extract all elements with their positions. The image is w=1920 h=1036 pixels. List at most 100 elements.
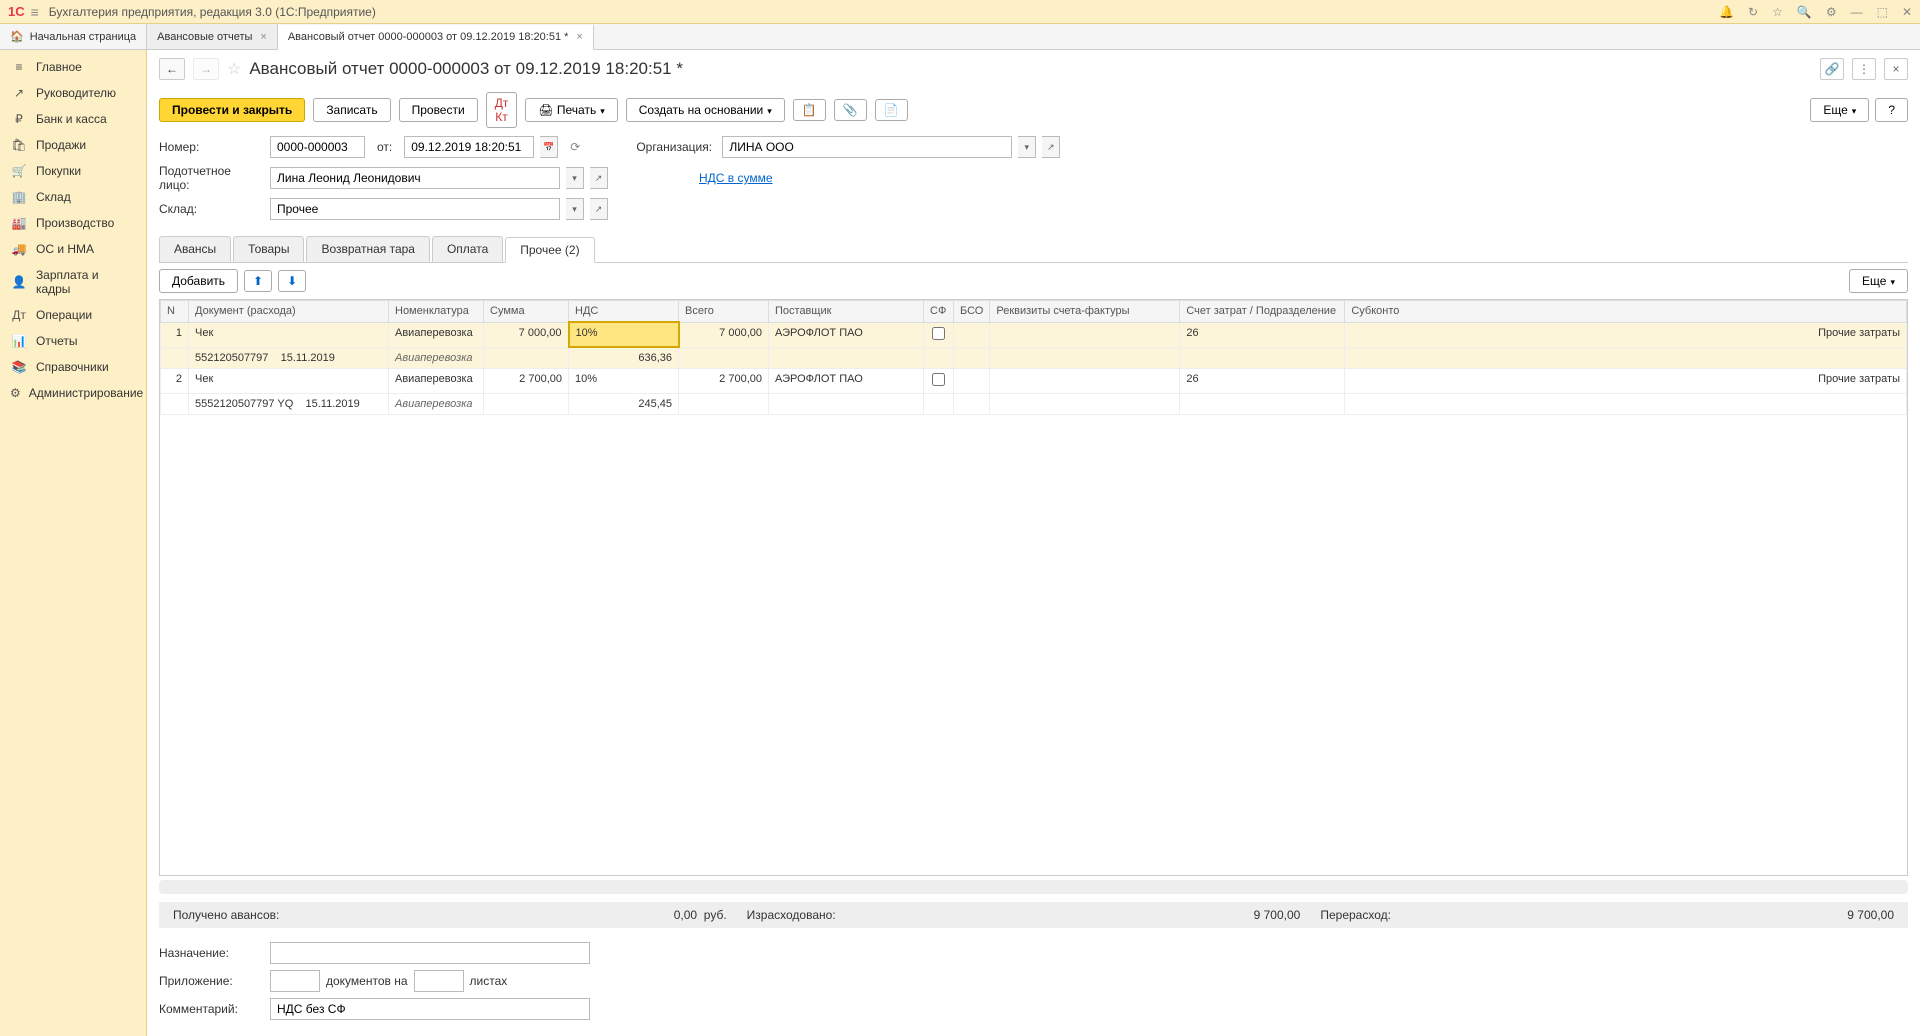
- warehouse-input[interactable]: [270, 198, 560, 220]
- close-icon[interactable]: ×: [260, 31, 266, 43]
- sidebar-item[interactable]: ДтОперации: [0, 302, 146, 328]
- org-label: Организация:: [636, 140, 716, 154]
- dropdown-icon[interactable]: ▾: [566, 198, 584, 220]
- sidebar-label: Банк и касса: [36, 112, 107, 126]
- date-input[interactable]: [404, 136, 534, 158]
- open-icon[interactable]: ↗: [590, 198, 608, 220]
- sidebar-item[interactable]: 🏭Производство: [0, 210, 146, 236]
- back-button[interactable]: ←: [159, 58, 185, 80]
- sidebar-item[interactable]: ₽Банк и касса: [0, 106, 146, 132]
- col-total: Всего: [679, 301, 769, 323]
- table-row[interactable]: 1 Чек Авиаперевозка 7 000,00 10% 7 000,0…: [161, 322, 1907, 347]
- refresh-icon[interactable]: ⟳: [570, 140, 580, 154]
- comment-input[interactable]: [270, 998, 590, 1020]
- maximize-icon[interactable]: ⬚: [1877, 5, 1888, 19]
- sidebar-item[interactable]: ≡ Главное: [0, 54, 146, 80]
- sf-checkbox[interactable]: [932, 327, 945, 340]
- sidebar-item[interactable]: 📊Отчеты: [0, 328, 146, 354]
- sidebar-label: Справочники: [36, 360, 109, 374]
- sidebar-item[interactable]: ↗Руководителю: [0, 80, 146, 106]
- sidebar-label: Главное: [36, 60, 82, 74]
- close-icon[interactable]: ×: [576, 31, 582, 43]
- open-icon[interactable]: ↗: [1042, 136, 1060, 158]
- purpose-label: Назначение:: [159, 946, 264, 960]
- write-button[interactable]: Записать: [313, 98, 390, 122]
- table-subrow[interactable]: 552120507797 15.11.2019 Авиаперевозка 63…: [161, 347, 1907, 369]
- sidebar-label: Администрирование: [29, 386, 143, 400]
- link-icon[interactable]: 🔗: [1820, 58, 1844, 80]
- sf-checkbox[interactable]: [932, 373, 945, 386]
- settings-icon[interactable]: ⚙: [1826, 5, 1837, 19]
- sidebar-icon: 🏭: [10, 216, 28, 230]
- list-icon[interactable]: 📄: [875, 99, 908, 121]
- favorite-icon[interactable]: ☆: [227, 59, 241, 79]
- sidebar-item[interactable]: 📚 Справочники: [0, 354, 146, 380]
- sidebar-label: ОС и НМА: [36, 242, 94, 256]
- post-close-button[interactable]: Провести и закрыть: [159, 98, 305, 122]
- calendar-icon[interactable]: 📅: [540, 136, 558, 158]
- close-icon[interactable]: ✕: [1902, 5, 1912, 19]
- number-input[interactable]: [270, 136, 365, 158]
- tab-advances[interactable]: Авансы: [159, 236, 231, 262]
- tab-other[interactable]: Прочее (2): [505, 237, 594, 263]
- search-icon[interactable]: 🔍: [1797, 5, 1812, 19]
- sidebar-item[interactable]: 🛍Продажи: [0, 132, 146, 158]
- sidebar-item[interactable]: 🛒Покупки: [0, 158, 146, 184]
- minimize-icon[interactable]: —: [1851, 5, 1863, 19]
- comment-label: Комментарий:: [159, 1002, 264, 1016]
- hamburger-icon[interactable]: ≡: [31, 4, 39, 20]
- sidebar-item[interactable]: 👤Зарплата и кадры: [0, 262, 146, 302]
- table-more-button[interactable]: Еще▾: [1849, 269, 1908, 293]
- sidebar-item[interactable]: 🏢Склад: [0, 184, 146, 210]
- col-bso: БСО: [954, 301, 990, 323]
- sidebar-item[interactable]: ⚙Администрирование: [0, 380, 146, 406]
- star-icon[interactable]: ☆: [1772, 5, 1783, 19]
- attach-icon[interactable]: 📎: [834, 99, 867, 121]
- sidebar-icon: 📚: [10, 360, 28, 374]
- table[interactable]: N Документ (расхода) Номенклатура Сумма …: [159, 299, 1908, 876]
- tab-home[interactable]: 🏠Начальная страница: [0, 24, 147, 49]
- tab-returnable[interactable]: Возвратная тара: [306, 236, 430, 262]
- open-icon[interactable]: ↗: [590, 167, 608, 189]
- move-down-icon[interactable]: ⬇: [278, 270, 306, 292]
- dt-kt-button[interactable]: ДтКт: [486, 92, 518, 128]
- person-input[interactable]: [270, 167, 560, 189]
- sheets-input[interactable]: [414, 970, 464, 992]
- tab-list[interactable]: Авансовые отчеты×: [147, 24, 278, 49]
- sidebar-icon: 🛍: [10, 138, 28, 152]
- move-up-icon[interactable]: ⬆: [244, 270, 272, 292]
- history-icon[interactable]: ↻: [1748, 5, 1758, 19]
- reg-icon[interactable]: 📋: [793, 99, 826, 121]
- attach-label: Приложение:: [159, 974, 264, 988]
- purpose-input[interactable]: [270, 942, 590, 964]
- warehouse-label: Склад:: [159, 202, 264, 216]
- docs-count-input[interactable]: [270, 970, 320, 992]
- sidebar-icon: 🏢: [10, 190, 28, 204]
- vat-link[interactable]: НДС в сумме: [699, 171, 773, 185]
- print-button[interactable]: 🖨 Печать▾: [525, 98, 617, 122]
- forward-button[interactable]: →: [193, 58, 219, 80]
- more-button[interactable]: Еще▾: [1810, 98, 1869, 122]
- bell-icon[interactable]: 🔔: [1719, 5, 1734, 19]
- sidebar-label: Зарплата и кадры: [36, 268, 136, 296]
- create-based-button[interactable]: Создать на основании▾: [626, 98, 785, 122]
- add-button[interactable]: Добавить: [159, 269, 238, 293]
- dropdown-icon[interactable]: ▾: [566, 167, 584, 189]
- help-button[interactable]: ?: [1875, 98, 1908, 122]
- sidebar-icon: ≡: [10, 60, 28, 74]
- dropdown-icon[interactable]: ▾: [1018, 136, 1036, 158]
- tab-payment[interactable]: Оплата: [432, 236, 503, 262]
- close-doc-icon[interactable]: ×: [1884, 58, 1908, 80]
- docs-on-label: документов на: [326, 974, 408, 988]
- table-row[interactable]: 2 Чек Авиаперевозка 2 700,00 10% 2 700,0…: [161, 369, 1907, 394]
- table-subrow[interactable]: 5552120507797 YQ 15.11.2019 Авиаперевозк…: [161, 394, 1907, 415]
- sidebar-icon: 🚚: [10, 242, 28, 256]
- tab-doc[interactable]: Авансовый отчет 0000-000003 от 09.12.201…: [278, 25, 594, 50]
- post-button[interactable]: Провести: [399, 98, 478, 122]
- tab-goods[interactable]: Товары: [233, 236, 304, 262]
- scrollbar[interactable]: [159, 880, 1908, 894]
- org-input[interactable]: [722, 136, 1012, 158]
- more-icon[interactable]: ⋮: [1852, 58, 1876, 80]
- sidebar-item[interactable]: 🚚 ОС и НМА: [0, 236, 146, 262]
- sidebar-icon: 📊: [10, 334, 28, 348]
